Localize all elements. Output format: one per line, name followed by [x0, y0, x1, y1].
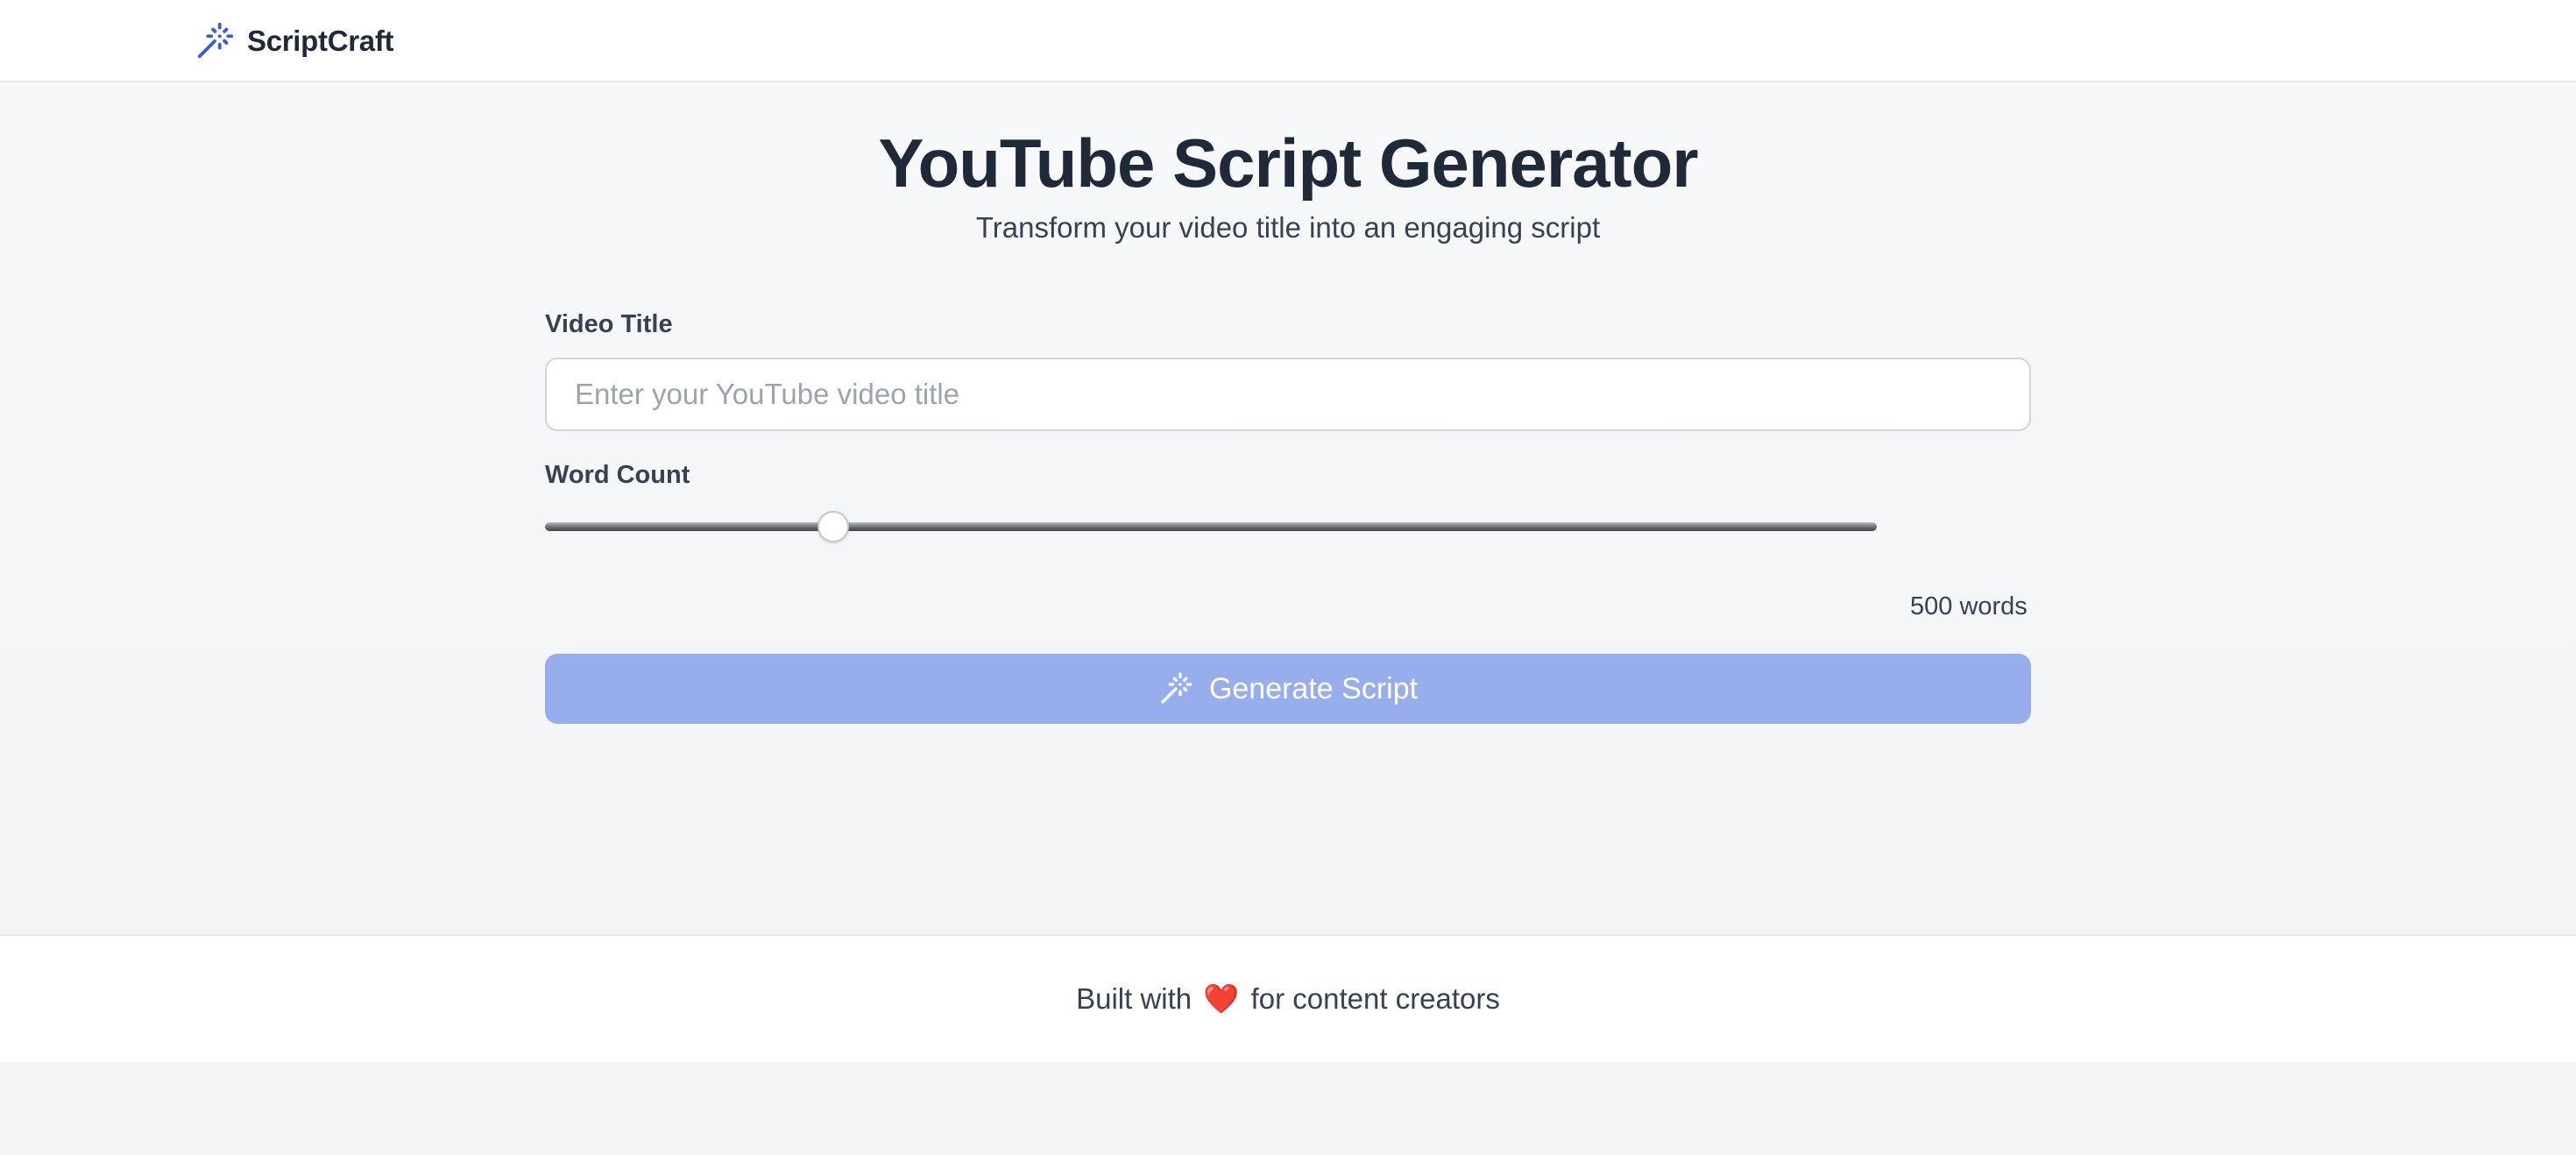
generate-script-button[interactable]: Generate Script — [545, 654, 2031, 724]
brand-name: ScriptCraft — [247, 25, 394, 57]
word-count-label: Word Count — [545, 461, 690, 489]
word-count-slider[interactable] — [545, 511, 1877, 542]
generate-script-label: Generate Script — [1208, 671, 1419, 705]
word-count-value: 500 words — [1910, 592, 2028, 620]
video-title-label: Video Title — [545, 310, 673, 338]
magic-wand-icon — [197, 22, 234, 59]
brand-logo[interactable]: ScriptCraft — [195, 19, 394, 63]
magic-wand-icon — [1161, 672, 1192, 704]
heart-icon: ❤️ — [1203, 981, 1240, 1015]
video-title-input[interactable] — [545, 358, 2031, 431]
footer: Built with ❤️ for content creators — [0, 934, 2576, 1062]
page-title: YouTube Script Generator — [878, 124, 1698, 202]
top-navbar: ScriptCraft — [0, 0, 2576, 82]
page-bottom — [0, 1062, 2576, 1155]
footer-text-before: Built with — [1076, 982, 1192, 1015]
footer-text-after: for content creators — [1250, 982, 1500, 1015]
page-subtitle: Transform your video title into an engag… — [975, 211, 1601, 244]
